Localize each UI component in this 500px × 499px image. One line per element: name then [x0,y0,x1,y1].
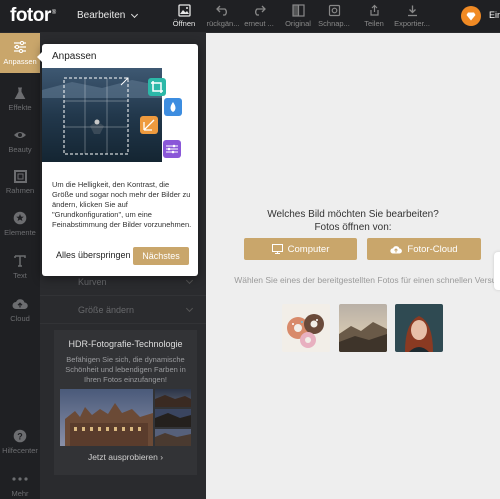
open-prompt: Welches Bild möchten Sie bearbeiten? Fot… [206,208,500,234]
sample-photo-landscape[interactable] [339,304,387,352]
share-icon [355,3,393,17]
canvas-area: Welches Bild möchten Sie bearbeiten? Fot… [206,33,500,499]
export-button[interactable]: Exportier... [393,3,431,28]
hdr-try-now-link[interactable]: Jetzt ausprobieren › [54,452,197,462]
original-button[interactable]: Original [279,3,317,28]
open-from-cloud-button[interactable]: Fotor-Cloud [367,238,481,260]
compare-icon [279,3,317,17]
more-icon [0,471,40,487]
computer-label: Computer [287,243,330,255]
text-icon [0,253,40,269]
star-icon [0,210,40,226]
rail-label-elements: Elemente [4,228,36,237]
rail-item-beauty[interactable]: Beauty [0,127,40,154]
rail-label-beauty: Beauty [8,145,32,154]
rail-label-more: Mehr [11,489,29,498]
next-button[interactable]: Nächstes [133,247,189,265]
chevron-down-icon [131,10,139,18]
download-icon [393,3,431,17]
rail-label-cloud: Cloud [10,314,30,323]
rail-item-help[interactable]: ? Hilfecenter [0,428,40,455]
original-label: Original [285,19,311,28]
panel-row-label: Größe ändern [78,305,135,315]
open-prompt-from: Fotos öffnen von: [314,222,392,233]
rail-label-adjust: Anpassen [3,57,37,66]
onboarding-tooltip: Anpassen Um die Helligkeit, den Kontrast… [37,44,198,276]
rail-label-effects: Effekte [8,103,32,112]
top-bar: fotor® Bearbeiten Öffnen rückgän... erne… [0,0,500,33]
sample-photo-donuts[interactable] [282,304,330,352]
export-label: Exportier... [394,19,430,28]
cloud-label: Fotor-Cloud [407,243,458,255]
redo-label: erneut ... [244,19,274,28]
image-icon [165,3,203,17]
redo-icon [240,3,278,17]
sliders-icon [0,39,40,55]
side-panel-handle[interactable] [494,252,500,290]
share-button[interactable]: Teilen [355,3,393,28]
cloud-upload-icon [390,245,403,253]
rail-label-help: Hilfecenter [2,446,38,455]
edit-mode-label: Bearbeiten [77,10,126,21]
snapshot-button[interactable]: Schnap... [315,3,353,28]
open-label: Öffnen [172,19,196,28]
svg-text:?: ? [17,431,23,441]
eye-icon [0,127,40,143]
hdr-promo-card[interactable]: HDR-Fotografie-Technologie Befähigen Sie… [54,330,197,475]
edit-mode-dropdown[interactable]: Bearbeiten [77,10,139,21]
panel-row-resize[interactable]: Größe ändern [40,296,206,324]
fotor-logo[interactable]: fotor® [10,5,56,27]
open-button[interactable]: Öffnen [165,3,203,28]
rail-label-text: Text [13,271,27,280]
hdr-description: Befähigen Sie sich, die dynamische Schön… [65,355,186,384]
login-link[interactable]: Ein [489,10,500,20]
tooltip-description: Um die Helligkeit, den Kontrast, die Grö… [52,180,192,229]
monitor-icon [271,244,283,254]
open-prompt-question: Welches Bild möchten Sie bearbeiten? [267,209,439,220]
skip-all-button[interactable]: Alles überspringen [56,250,131,260]
share-label: Teilen [364,19,384,28]
rail-label-frames: Rahmen [5,186,35,195]
rail-item-more[interactable]: Mehr [0,471,40,498]
undo-icon [204,3,242,17]
undo-label: rückgän... [206,19,240,28]
sample-photo-portrait[interactable] [395,304,443,352]
cloud-icon [0,296,40,312]
tooltip-illustration [42,68,182,162]
rail-item-effects[interactable]: Effekte [0,85,40,112]
chevron-down-icon [185,304,194,313]
tooltip-title: Anpassen [52,51,97,62]
rail-item-adjust[interactable]: Anpassen [0,33,40,73]
open-from-computer-button[interactable]: Computer [244,238,357,260]
hdr-preview-image [60,389,191,446]
frame-icon [0,168,40,184]
help-icon: ? [0,428,40,444]
hdr-title: HDR-Fotografie-Technologie [68,339,183,349]
diamond-icon [466,12,476,20]
snapshot-icon [315,3,353,17]
sample-photo-hint: Wählen Sie eines der bereitgestellten Fo… [234,275,500,285]
premium-badge[interactable] [461,6,481,26]
chevron-down-icon [185,276,194,285]
redo-button[interactable]: erneut ... [240,3,278,28]
rail-item-elements[interactable]: Elemente [0,210,40,237]
left-rail: Anpassen Effekte Beauty Rahmen Elemente … [0,33,40,499]
rail-item-frames[interactable]: Rahmen [0,168,40,195]
rail-item-cloud[interactable]: Cloud [0,296,40,323]
tooltip-arrow [37,52,42,62]
snapshot-label: Schnap... [318,19,350,28]
flask-icon [0,85,40,101]
rail-item-text[interactable]: Text [0,253,40,280]
undo-button[interactable]: rückgän... [204,3,242,28]
panel-row-label: Kurven [78,277,107,287]
